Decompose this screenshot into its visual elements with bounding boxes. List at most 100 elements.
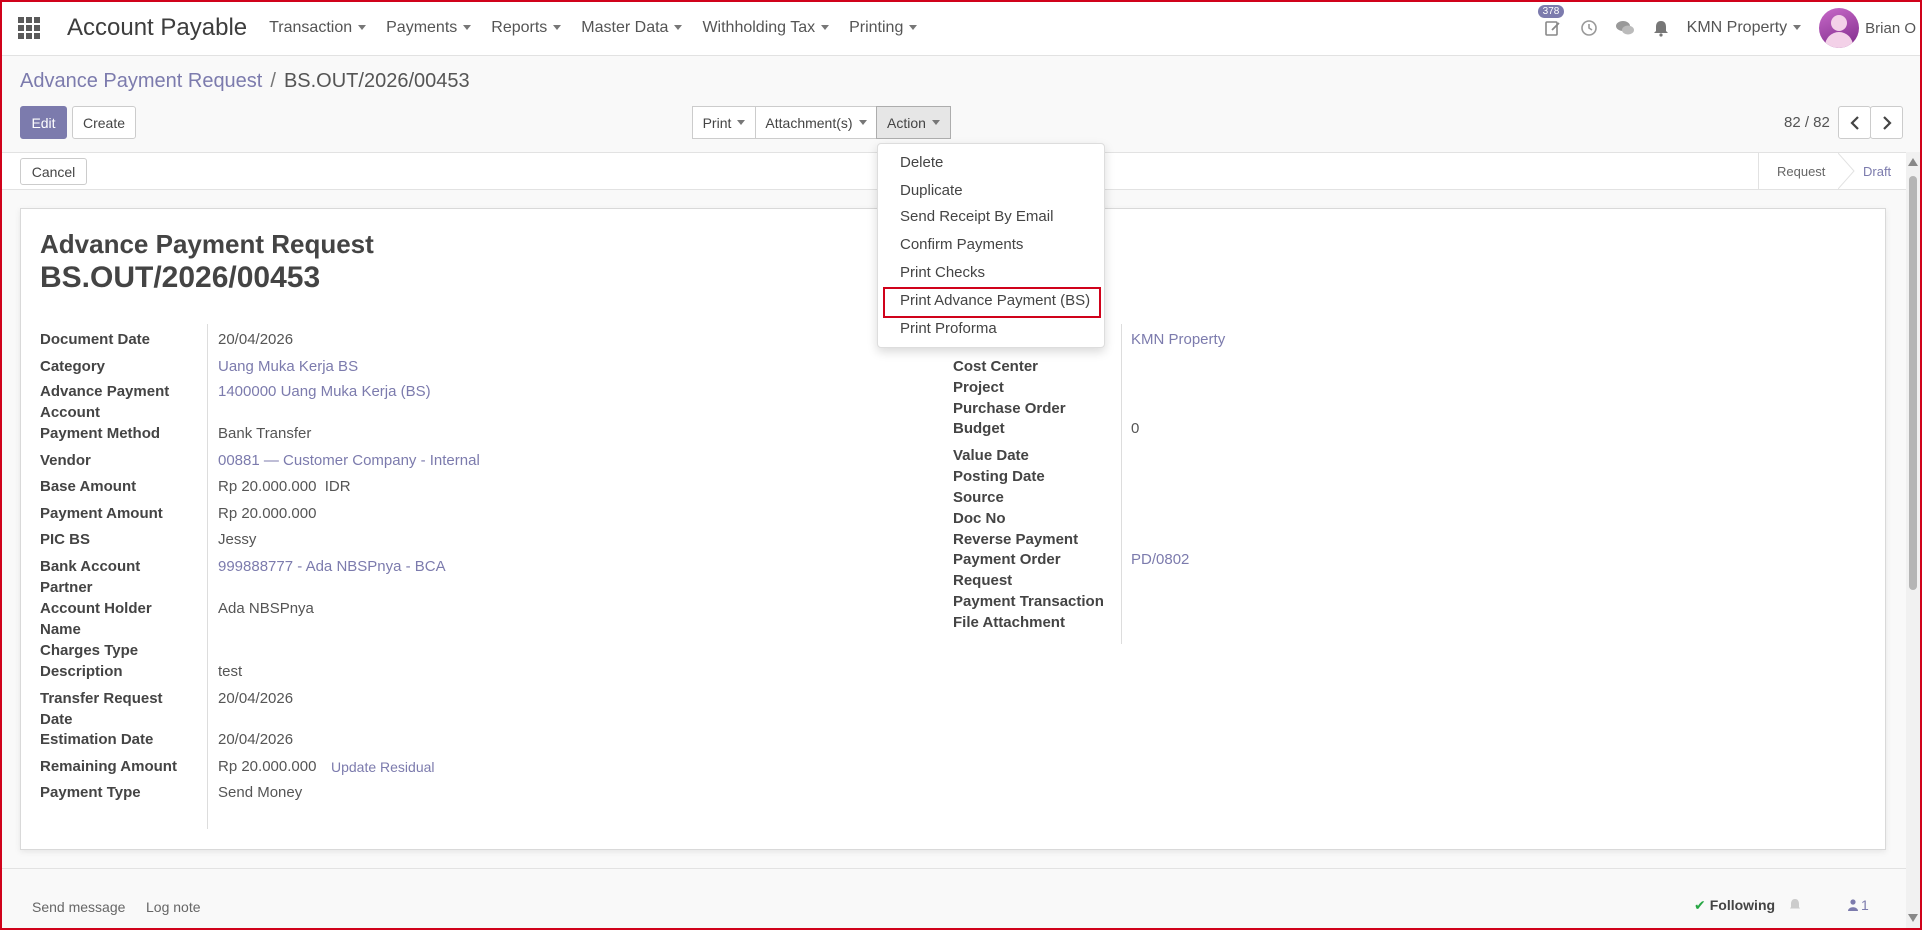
update-residual-button[interactable]: Update Residual [331, 757, 435, 778]
posting-date-label: Posting Date [953, 468, 1045, 485]
pic-bs-value[interactable]: Jessy [218, 529, 256, 550]
payment-method-value[interactable]: Bank Transfer [218, 423, 311, 444]
user-avatar[interactable] [1819, 8, 1860, 48]
transfer-date-value[interactable]: 20/04/2026 [218, 688, 293, 709]
action-dropdown-menu: Delete Duplicate Send Receipt By Email C… [877, 143, 1105, 348]
pager-previous-button[interactable] [1838, 106, 1871, 139]
chevron-left-icon [1849, 115, 1859, 130]
menu-printing[interactable]: Printing [849, 19, 918, 37]
remaining-amount-value[interactable]: Rp 20.000.000 [218, 756, 316, 777]
page-scrollbar[interactable] [1906, 152, 1920, 928]
chevron-right-icon [1882, 115, 1892, 130]
bank-account-value[interactable]: 999888777 - Ada NBSPnya - BCA [218, 556, 446, 577]
caret-down-icon [909, 24, 918, 30]
caret-down-icon [821, 24, 830, 30]
main-menu: Transaction Payments Reports Master Data… [269, 19, 937, 37]
menu-master-data[interactable]: Master Data [581, 19, 683, 37]
vendor-value[interactable]: 00881 — Customer Company - Internal [218, 450, 480, 471]
budget-value[interactable]: 0 [1131, 418, 1139, 439]
menu-reports[interactable]: Reports [491, 19, 562, 37]
category-label: Category [40, 358, 106, 375]
payment-amount-label: Payment Amount [40, 505, 163, 522]
bell-icon[interactable] [1651, 18, 1671, 38]
description-value[interactable]: test [218, 661, 242, 682]
caret-down-icon [674, 24, 683, 30]
right-group-divider [1121, 324, 1122, 644]
action-duplicate[interactable]: Duplicate [900, 182, 963, 199]
action-button[interactable]: Action [876, 106, 951, 139]
remaining-amount-label: Remaining Amount [40, 758, 177, 775]
caret-down-icon [1793, 25, 1802, 31]
payment-amount-value[interactable]: Rp 20.000.000 [218, 503, 316, 524]
action-delete[interactable]: Delete [900, 154, 943, 171]
estimation-date-value[interactable]: 20/04/2026 [218, 729, 293, 750]
status-divider [1758, 153, 1759, 189]
scroll-up-icon[interactable] [1908, 158, 1918, 166]
breadcrumb-parent[interactable]: Advance Payment Request [20, 70, 262, 92]
chat-icon[interactable] [1615, 18, 1635, 38]
caret-down-icon [358, 24, 367, 30]
account-holder-label-line2: Name [40, 621, 81, 638]
source-label: Source [953, 489, 1004, 506]
scroll-thumb[interactable] [1909, 176, 1917, 590]
followers-button[interactable]: 1 [1848, 897, 1869, 913]
advance-account-label-line2: Account [40, 404, 100, 421]
cancel-button[interactable]: Cancel [20, 158, 87, 185]
action-print-advance-payment[interactable]: Print Advance Payment (BS) [900, 292, 1090, 309]
log-note-button[interactable]: Log note [146, 899, 201, 915]
base-amount-label: Base Amount [40, 478, 137, 495]
form-title: Advance Payment Request [40, 229, 374, 259]
scroll-down-icon[interactable] [1908, 914, 1918, 922]
action-print-proforma[interactable]: Print Proforma [900, 320, 997, 337]
action-confirm-payments[interactable]: Confirm Payments [900, 236, 1023, 253]
company-value[interactable]: KMN Property [1131, 329, 1225, 350]
apps-grid-icon[interactable] [18, 16, 40, 39]
activity-badge: 378 [1537, 5, 1565, 18]
print-button[interactable]: Print [692, 106, 756, 139]
top-navbar: Account Payable Transaction Payments Rep… [0, 0, 1922, 56]
pic-bs-label: PIC BS [40, 531, 91, 548]
payment-order-value[interactable]: PD/0802 [1131, 549, 1189, 570]
status-stage-request[interactable]: Request [1777, 153, 1825, 189]
document-date-label: Document Date [40, 331, 151, 348]
bank-account-label-line1: Bank Account [40, 558, 141, 575]
chatter: Send message Log note ✔ Following 1 [0, 868, 1906, 930]
send-message-button[interactable]: Send message [32, 899, 125, 915]
base-amount-value[interactable]: Rp 20.000.000 IDR [218, 476, 351, 497]
project-label: Project [953, 379, 1004, 396]
category-value[interactable]: Uang Muka Kerja BS [218, 356, 358, 377]
transfer-date-label-line1: Transfer Request [40, 690, 163, 707]
action-print-checks[interactable]: Print Checks [900, 264, 985, 281]
vendor-label: Vendor [40, 452, 91, 469]
caret-down-icon [463, 24, 472, 30]
create-button[interactable]: Create [72, 106, 136, 139]
attachments-button[interactable]: Attachment(s) [755, 106, 877, 139]
caret-down-icon [858, 120, 867, 125]
breadcrumb-current: BS.OUT/2026/00453 [283, 70, 470, 92]
advance-account-label-line1: Advance Payment [40, 383, 170, 400]
budget-label: Budget [953, 420, 1005, 437]
document-date-value[interactable]: 20/04/2026 [218, 329, 293, 350]
status-stage-draft[interactable]: Draft [1863, 153, 1891, 189]
stage-arrow-icon [1838, 153, 1855, 189]
value-date-label: Value Date [953, 447, 1029, 464]
account-holder-value[interactable]: Ada NBSPnya [218, 598, 314, 619]
activity-icon[interactable]: 378 [1537, 5, 1565, 38]
menu-withholding-tax[interactable]: Withholding Tax [702, 19, 830, 37]
edit-button[interactable]: Edit [20, 106, 67, 139]
advance-account-value[interactable]: 1400000 Uang Muka Kerja (BS) [218, 381, 431, 402]
clock-icon[interactable] [1579, 18, 1599, 38]
caret-down-icon [931, 120, 940, 125]
user-name[interactable]: Brian O [1865, 20, 1916, 37]
payment-type-value[interactable]: Send Money [218, 782, 302, 803]
menu-transaction[interactable]: Transaction [269, 19, 367, 37]
payment-order-label-line1: Payment Order [953, 551, 1061, 568]
caret-down-icon [737, 120, 746, 125]
payment-type-label: Payment Type [40, 784, 141, 801]
action-send-receipt-email[interactable]: Send Receipt By Email [900, 208, 1053, 225]
pager-next-button[interactable] [1870, 106, 1903, 139]
company-switcher[interactable]: KMN Property [1687, 19, 1802, 37]
file-attachment-label: File Attachment [953, 614, 1065, 631]
following-button[interactable]: ✔ Following [1694, 897, 1801, 914]
menu-payments[interactable]: Payments [386, 19, 472, 37]
